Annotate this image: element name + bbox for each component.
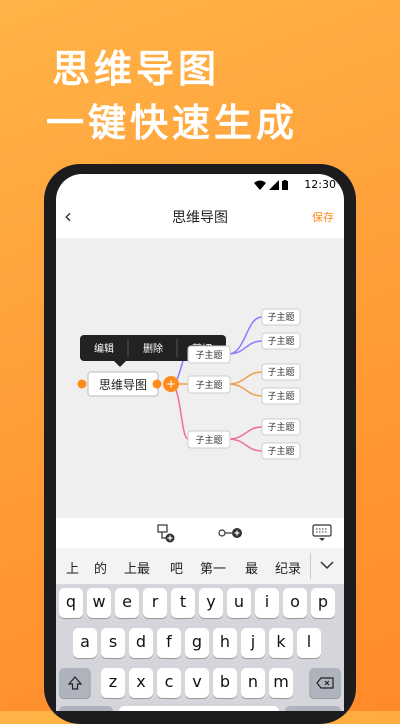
return-key[interactable]: [285, 706, 341, 711]
wifi-icon: [254, 180, 266, 190]
key-b[interactable]: b: [213, 668, 237, 698]
key-a[interactable]: a: [73, 628, 97, 658]
key-c[interactable]: c: [157, 668, 181, 698]
key-n[interactable]: n: [241, 668, 265, 698]
candidate-word[interactable]: 吧: [170, 558, 183, 577]
candidate-word[interactable]: 上最: [124, 558, 150, 577]
branch-node-1-label: 子主题: [195, 349, 222, 361]
key-w[interactable]: w: [87, 588, 111, 618]
key-r[interactable]: r: [143, 588, 167, 618]
save-button[interactable]: 保存: [312, 209, 334, 225]
key-f[interactable]: f: [157, 628, 181, 658]
plus-icon: +: [166, 377, 176, 391]
promo-title-line2: 一键快速生成: [46, 101, 299, 145]
leaf-node-1b-label: 子主题: [267, 335, 294, 347]
space-key[interactable]: [119, 706, 279, 711]
status-time: 12:30: [304, 178, 336, 191]
candidate-word[interactable]: 的: [94, 558, 107, 577]
battery-icon: [282, 180, 288, 190]
shift-key[interactable]: [59, 668, 91, 698]
editor-toolbar: [56, 518, 344, 548]
mode-key[interactable]: [59, 706, 113, 711]
key-j[interactable]: j: [241, 628, 265, 658]
key-g[interactable]: g: [185, 628, 209, 658]
node-left-handle[interactable]: [77, 379, 87, 389]
key-e[interactable]: e: [115, 588, 139, 618]
key-z[interactable]: z: [101, 668, 125, 698]
node-right-handle[interactable]: [152, 379, 162, 389]
leaf-node-2b-label: 子主题: [267, 390, 294, 402]
central-node-label: 思维导图: [99, 378, 147, 392]
key-l[interactable]: l: [297, 628, 321, 658]
key-p[interactable]: p: [311, 588, 335, 618]
mindmap-svg: 思维导图 + 编辑 删除 剪切 子主题 子主题 子主题 子主题 子主题: [77, 308, 301, 460]
key-t[interactable]: t: [171, 588, 195, 618]
key-x[interactable]: x: [129, 668, 153, 698]
status-bar: 12:30: [56, 174, 344, 196]
branch-node-2-label: 子主题: [195, 379, 222, 391]
add-child-node-icon[interactable]: [156, 523, 176, 543]
key-m[interactable]: m: [269, 668, 293, 698]
menu-delete[interactable]: 删除: [143, 342, 163, 355]
candidate-word[interactable]: 第一: [200, 558, 226, 577]
key-s[interactable]: s: [101, 628, 125, 658]
leaf-node-2a-label: 子主题: [267, 366, 294, 378]
divider: [310, 553, 311, 579]
shift-icon: [67, 676, 83, 690]
key-q[interactable]: q: [59, 588, 83, 618]
phone-screen: 12:30 ‹ 思维导图 保存 思维导图 + 编辑 删除 子主题 子主题 子主题…: [56, 174, 344, 711]
page-title: 思维导图: [172, 210, 228, 226]
candidate-word[interactable]: 上: [66, 558, 79, 577]
nav-bar: ‹ 思维导图 保存: [56, 200, 344, 232]
candidate-word[interactable]: 纪录: [275, 558, 301, 577]
promo-title-line1: 思维导图: [52, 47, 221, 91]
add-sibling-node-icon[interactable]: [218, 524, 244, 542]
chevron-down-icon[interactable]: [320, 560, 334, 570]
backspace-key[interactable]: [309, 668, 341, 698]
hide-keyboard-icon[interactable]: [312, 523, 332, 543]
key-y[interactable]: y: [199, 588, 223, 618]
branch-node-3-label: 子主题: [195, 434, 222, 446]
key-u[interactable]: u: [227, 588, 251, 618]
mindmap-canvas[interactable]: 思维导图 + 编辑 删除 剪切 子主题 子主题 子主题 子主题 子主题: [56, 238, 344, 518]
menu-edit[interactable]: 编辑: [94, 342, 114, 355]
key-i[interactable]: i: [255, 588, 279, 618]
key-o[interactable]: o: [283, 588, 307, 618]
candidate-word[interactable]: 最: [245, 558, 258, 577]
signal-icon: [269, 180, 279, 190]
leaf-node-1a-label: 子主题: [267, 311, 294, 323]
keyboard: 上 的 上最 吧 第一 最 纪录 q w e r t y u i o p a s…: [56, 548, 344, 711]
leaf-node-3b-label: 子主题: [267, 445, 294, 457]
candidate-bar: 上 的 上最 吧 第一 最 纪录: [56, 548, 344, 584]
key-v[interactable]: v: [185, 668, 209, 698]
key-d[interactable]: d: [129, 628, 153, 658]
backspace-icon: [316, 677, 334, 689]
key-k[interactable]: k: [269, 628, 293, 658]
leaf-node-3a-label: 子主题: [267, 421, 294, 433]
key-h[interactable]: h: [213, 628, 237, 658]
